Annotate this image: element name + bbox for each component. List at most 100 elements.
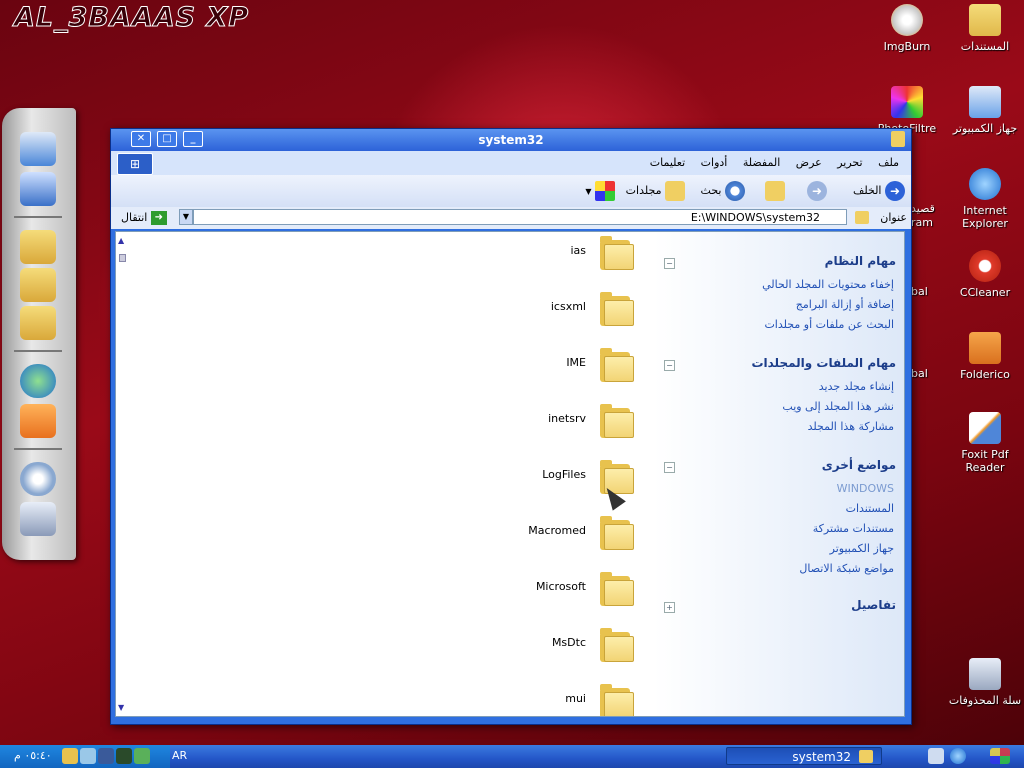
folder-item[interactable]: MsDtc [416, 626, 656, 676]
place-link[interactable]: جهاز الكمبيوتر [830, 542, 894, 555]
task-link[interactable]: إضافة أو إزالة البرامج [796, 298, 894, 311]
views-button[interactable]: ▼ [585, 181, 615, 201]
folder-name: MsDtc [551, 636, 586, 649]
desktop-icon-label: Foxit Pdf Reader [961, 448, 1009, 474]
pictures-folder-icon[interactable] [20, 268, 56, 302]
desktop-icon-ccleaner[interactable]: CCleaner [948, 250, 1022, 299]
menu-favorites[interactable]: المفضلة [743, 156, 780, 169]
desktop-icon-label: المستندات [960, 40, 1010, 53]
desktop-icon-recycle-bin[interactable]: سلة المحذوفات [948, 658, 1022, 707]
folder-item[interactable]: inetsrv [416, 402, 656, 452]
tray-display-icon[interactable] [116, 748, 132, 764]
folder-icon [600, 346, 634, 382]
place-link[interactable]: مستندات مشتركة [813, 522, 894, 535]
address-dropdown[interactable]: ▼ [179, 209, 193, 225]
recycle-bin-icon[interactable] [20, 502, 56, 536]
taskbar-window-button[interactable]: system32 [726, 747, 882, 765]
file-tasks-header[interactable]: مهام الملفات والمجلدات [751, 356, 896, 370]
address-value: E:\WINDOWS\system32 [690, 211, 820, 224]
other-places-header[interactable]: مواضع أخرى [822, 458, 896, 472]
task-link[interactable]: إنشاء مجلد جديد [819, 380, 894, 393]
place-link[interactable]: مواضع شبكة الاتصال [799, 562, 894, 575]
desktop-icon-folderico[interactable]: Folderico [948, 332, 1022, 381]
search-button[interactable]: بحث [701, 181, 745, 201]
chevron-down-icon: ▼ [585, 187, 592, 196]
desktop-icon-foxit[interactable]: Foxit Pdf Reader [948, 412, 1022, 474]
system-tasks-header[interactable]: مهام النظام [825, 254, 896, 268]
imgburn-icon [891, 4, 923, 36]
desktop-icon-imgburn[interactable]: ImgBurn [870, 4, 944, 53]
folder-item[interactable]: IME [416, 346, 656, 396]
partial-icon-label: قصيد [911, 202, 935, 215]
up-folder-icon [765, 181, 785, 201]
windows-logo-icon: ⊞ [117, 153, 153, 175]
folder-item[interactable]: icsxml [416, 290, 656, 340]
collapse-toggle[interactable]: − [664, 360, 675, 371]
address-input[interactable]: E:\WINDOWS\system32 [193, 209, 847, 225]
expand-toggle[interactable]: + [664, 602, 675, 613]
folders-button[interactable]: مجلدات [626, 181, 685, 201]
place-link[interactable]: WINDOWS [837, 482, 894, 495]
menu-file[interactable]: ملف [878, 156, 899, 169]
go-button[interactable]: انتقال ➜ [121, 210, 167, 226]
collapse-toggle[interactable]: − [664, 258, 675, 269]
file-list: ias icsxml IME inetsrv LogFiles Macromed [116, 232, 656, 716]
up-folder-button[interactable] [765, 181, 785, 201]
menu-edit[interactable]: تحرير [837, 156, 862, 169]
folder-name: icsxml [550, 300, 586, 313]
tray-network-icon[interactable] [80, 748, 96, 764]
desktop-icon-documents[interactable]: المستندات [948, 4, 1022, 53]
show-desktop-icon[interactable] [928, 748, 944, 764]
menu-view[interactable]: عرض [796, 156, 822, 169]
folder-name: ias [570, 244, 586, 257]
task-link[interactable]: مشاركة هذا المجلد [808, 420, 894, 433]
folderico-icon [969, 332, 1001, 364]
settings-gear-icon[interactable] [20, 462, 56, 496]
tray-cursor-icon[interactable] [98, 748, 114, 764]
folder-icon [891, 131, 905, 147]
music-folder-icon[interactable] [20, 306, 56, 340]
start-button[interactable] [990, 748, 1010, 764]
folder-item[interactable]: Macromed [416, 514, 656, 564]
ccleaner-icon [969, 250, 1001, 282]
task-link[interactable]: نشر هذا المجلد إلى ويب [782, 400, 894, 413]
desktop-icon-my-computer[interactable]: جهاز الكمبيوتر [948, 86, 1022, 135]
window-titlebar[interactable]: ✕ □ _ system32 [111, 129, 911, 151]
search-label: بحث [700, 184, 722, 197]
folder-item[interactable]: mui [416, 682, 656, 716]
task-pane: مهام النظام − إخفاء محتويات المجلد الحال… [654, 232, 904, 716]
forward-button[interactable]: ➜ [807, 181, 827, 201]
place-link[interactable]: المستندات [846, 502, 894, 515]
menu-tools[interactable]: أدوات [701, 156, 728, 169]
folder-icon[interactable] [20, 230, 56, 264]
internet-explorer-icon[interactable] [950, 748, 966, 764]
forward-arrow-icon: ➜ [807, 181, 827, 201]
details-header[interactable]: تفاصيل [851, 598, 896, 612]
collapse-toggle[interactable]: − [664, 462, 675, 473]
folder-name: Macromed [528, 524, 586, 537]
system-tray: ٠٥:٤٠ م [0, 745, 170, 768]
desktop-icon-label: CCleaner [959, 286, 1011, 299]
tray-security-icon[interactable] [134, 748, 150, 764]
folder-item[interactable]: Microsoft [416, 570, 656, 620]
language-indicator[interactable]: AR [172, 749, 187, 762]
back-button[interactable]: ➜ الخلف [853, 181, 905, 201]
task-link[interactable]: إخفاء محتويات المجلد الحالي [762, 278, 894, 291]
explorer-window: ✕ □ _ system32 ملف تحرير عرض المفضلة أدو… [110, 128, 912, 725]
folder-item[interactable]: ias [416, 234, 656, 284]
dock-separator [14, 216, 62, 218]
my-computer-icon[interactable] [20, 132, 56, 166]
address-label: عنوان [880, 211, 907, 224]
folders-icon [665, 181, 685, 201]
task-link[interactable]: البحث عن ملفات أو مجلدات [764, 318, 894, 331]
menu-help[interactable]: تعليمات [650, 156, 685, 169]
clock[interactable]: ٠٥:٤٠ م [14, 749, 52, 762]
desktop-icon[interactable] [20, 172, 56, 206]
folder-icon [855, 211, 869, 224]
tray-tool-icon[interactable] [62, 748, 78, 764]
desktop-icon-internet-explorer[interactable]: Internet Explorer [948, 168, 1022, 230]
media-player-icon[interactable] [20, 404, 56, 438]
go-arrow-icon: ➜ [150, 211, 167, 225]
photofiltre-icon [891, 86, 923, 118]
globe-icon[interactable] [20, 364, 56, 398]
